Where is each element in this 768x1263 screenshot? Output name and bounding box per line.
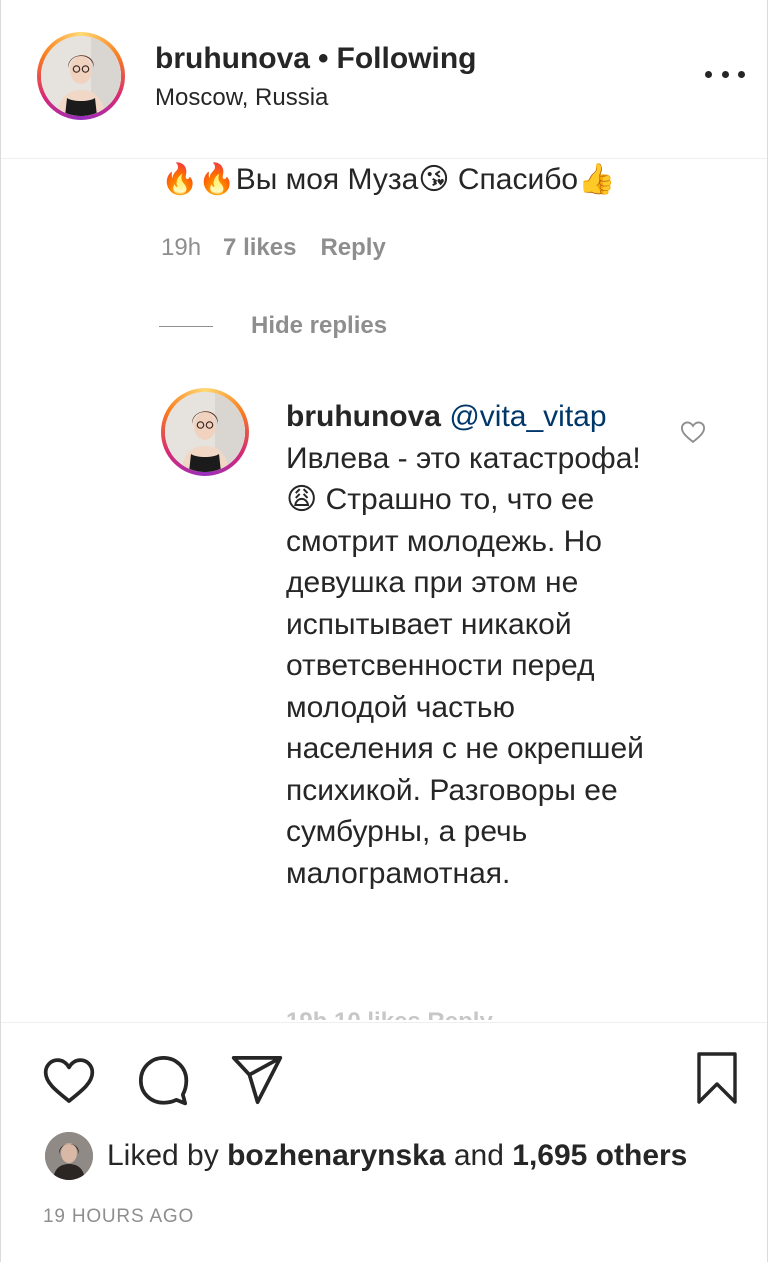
post-comments-panel: bruhunova • Following Moscow, Russia 🔥🔥Вы … [0,0,768,1263]
liked-by-row: Liked by bozhenarynska and 1,695 others [45,1132,687,1180]
likes-count[interactable]: 1,695 others [512,1139,687,1173]
liker-avatar[interactable] [45,1132,93,1180]
comment-meta: 19h 7 likes Reply [161,234,386,262]
profile-photo-icon [41,36,121,116]
post-location[interactable]: Moscow, Russia [155,84,328,112]
liked-by-prefix: Liked by [107,1139,219,1172]
author-username[interactable]: bruhunova [155,42,310,75]
liked-by-and: and [453,1139,504,1172]
reply-text: Ивлева - это катастрофа! 😩 Страшно то, ч… [286,441,644,890]
comment-bubble-icon[interactable] [135,1052,191,1108]
hide-replies-label: Hide replies [251,312,388,339]
profile-photo-icon [165,392,245,472]
save-bookmark-icon[interactable] [689,1050,745,1106]
author-avatar[interactable] [37,32,125,120]
reply-username[interactable]: bruhunova [286,400,441,433]
like-heart-icon[interactable] [41,1052,97,1108]
post-header: bruhunova • Following Moscow, Russia [1,0,767,159]
reply-author-avatar[interactable] [161,388,249,476]
separator-dot: • [318,42,329,75]
share-paper-plane-icon[interactable] [229,1052,285,1108]
username-line: bruhunova • Following [155,42,476,76]
comment-likes[interactable]: 7 likes [223,234,296,261]
follow-status-button[interactable]: Following [337,42,477,75]
reply-mention[interactable]: @vita_vitap [449,400,606,433]
reply-button[interactable]: Reply [320,234,385,261]
comment-text: 🔥🔥Вы моя Муза😘 Спасибо👍 [161,163,616,196]
reply-body: bruhunova @vita_vitap Ивлева - это катас… [286,396,646,894]
hide-replies-button[interactable]: Hide replies [159,312,387,340]
post-timestamp[interactable]: 19 HOURS AGO [43,1206,194,1228]
divider-line [159,325,213,327]
reply-heart-icon[interactable] [679,418,707,446]
liked-by-user[interactable]: bozhenarynska [227,1139,445,1173]
liker-photo-icon [45,1132,93,1180]
comment-time[interactable]: 19h [161,234,201,261]
more-options-icon[interactable] [705,68,745,80]
reply-meta-partial: 19h 10 likes Reply [286,1004,493,1020]
